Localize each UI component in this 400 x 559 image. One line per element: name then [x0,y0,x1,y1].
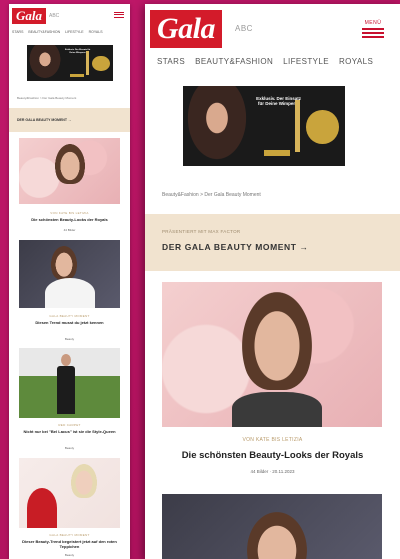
card-headline[interactable]: Diesen Trend musst du jetzt kennen [14,320,125,325]
mascara-icon [86,51,89,75]
nav-item-beauty-fashion[interactable]: Beauty&Fashion [195,57,273,66]
featured-meta: 44 Bilder · 20.11.2023 [250,469,295,474]
card-kicker: Von Kate bis Letizia [50,211,89,215]
card-headline[interactable]: Die schönsten Beauty-Looks der Royals [14,217,125,222]
nav-item-stars[interactable]: Stars [12,30,23,34]
promo-title-link[interactable]: Der Gala Beauty Moment → [162,242,309,252]
card-kicker: Gala Beauty Moment [49,533,90,537]
gala-logo[interactable]: Gala [12,8,46,24]
card-image[interactable] [19,138,120,204]
ad-cta-button[interactable] [264,150,290,157]
main-nav: Stars Beauty&Fashion Lifestyle Royals [157,57,373,66]
ad-model-image [183,86,252,166]
abc-link[interactable]: ABC [49,13,59,19]
portrait-figure [247,512,307,559]
white-dress-shape [45,278,95,308]
card-kicker: Red Carpet [58,423,81,427]
portrait-figure [71,464,97,498]
promo-banner[interactable]: Präsentiert mit Max Factor Der Gala Beau… [9,108,130,132]
nav-item-stars[interactable]: Stars [157,57,185,66]
portrait-figure [61,354,71,366]
featured-kicker: Von Kate bis Letizia [242,437,303,443]
card-meta: Beauty [64,337,75,341]
breadcrumb[interactable]: Beauty&Fashion > Der Gala Beauty Moment [17,96,76,100]
nav-item-royals[interactable]: Royals [89,30,103,34]
card-image[interactable] [19,348,120,418]
hamburger-icon [362,28,384,38]
promo-title-link[interactable]: Der Gala Beauty Moment → [17,118,71,122]
card-image[interactable] [19,240,120,308]
card-kicker: Gala Beauty Moment [49,314,90,318]
menu-label: MENÜ [364,20,382,26]
portrait-figure [242,292,312,390]
portrait-figure [51,246,77,280]
promo-banner[interactable]: Präsentiert mit Max Factor Der Gala Beau… [145,214,400,271]
shoulders-shape [232,392,322,427]
advertisement-banner[interactable]: Exklusiv. Der Einsatz für Deine Wimpern. [27,45,113,81]
main-nav: Stars Beauty&Fashion Lifestyle Royals [12,30,103,34]
portrait-figure [55,144,85,184]
card-headline[interactable]: Dieser Beauty-Trend begeistert jetzt auf… [14,539,125,549]
mascara-icon [294,100,300,152]
card-image[interactable] [162,494,382,559]
card-headline[interactable]: Nicht nur bei "Bel Lacus" ist sie die St… [14,429,125,434]
mobile-preview-small: Gala ABC MENÜ Stars Beauty&Fashion Lifes… [9,4,130,559]
breadcrumb[interactable]: Beauty&Fashion > Der Gala Beauty Moment [162,192,261,198]
ad-cta-button[interactable] [70,73,84,77]
ad-badge-icon [306,110,339,144]
advertisement-banner[interactable]: Exklusiv. Der Einsatz für Deine Wimpern. [183,86,345,166]
hamburger-icon [114,11,124,18]
menu-button[interactable]: MENÜ [362,20,384,40]
featured-image[interactable] [162,282,382,427]
ad-model-image [27,45,64,81]
card-meta: 44 Bilder [63,228,76,232]
nav-item-lifestyle[interactable]: Lifestyle [65,30,83,34]
mobile-preview-large: Gala ABC MENÜ Stars Beauty&Fashion Lifes… [145,4,400,559]
card-meta: Beauty [64,446,75,450]
nav-item-lifestyle[interactable]: Lifestyle [283,57,329,66]
gala-logo[interactable]: Gala [150,10,222,48]
nav-item-beauty-fashion[interactable]: Beauty&Fashion [28,30,60,34]
nav-item-royals[interactable]: Royals [339,57,373,66]
black-gown-shape [57,366,75,414]
abc-link[interactable]: ABC [235,24,253,33]
card-image[interactable] [19,458,120,528]
promo-subtitle: Präsentiert mit Max Factor [162,229,241,234]
menu-button[interactable]: MENÜ [114,10,124,19]
featured-headline[interactable]: Die schönsten Beauty-Looks der Royals [155,450,390,461]
ad-badge-icon [92,55,110,71]
red-flower-shape [27,488,57,528]
card-meta: Beauty [64,553,75,557]
